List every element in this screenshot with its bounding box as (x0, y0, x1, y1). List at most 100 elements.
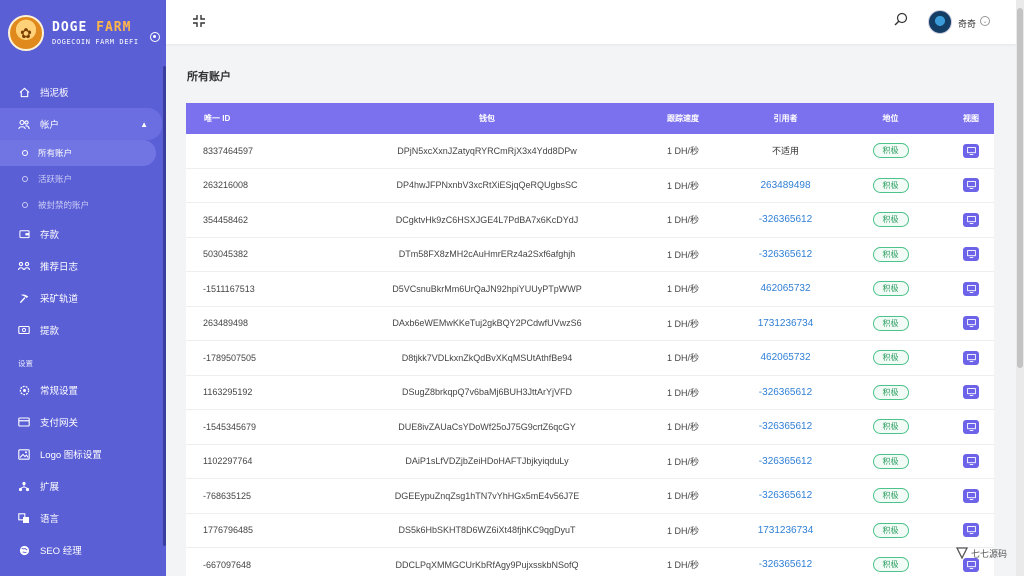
sidebar-toggle-icon[interactable] (150, 32, 160, 42)
sidebar: ✿ DOGE FARM DOGECOIN FARM DEFI 挡泥板 帐户 ▲ … (0, 0, 166, 576)
referrer-link[interactable]: -326365612 (759, 214, 812, 225)
cell-wallet: DDCLPqXMMGCUrKbRfAgy9PujxsskbNSofQ (395, 559, 579, 570)
table-row: 354458462 DCgktvHk9zC6HSXJGE4L7PdBA7x6KcD… (186, 203, 994, 238)
view-button[interactable] (963, 178, 979, 193)
translate-icon (18, 512, 30, 524)
view-button[interactable] (963, 488, 979, 503)
column-header-view: 视图 (963, 114, 979, 123)
column-header-referrer: 引用者 (773, 114, 798, 123)
avatar[interactable] (928, 10, 952, 34)
view-button[interactable] (963, 523, 979, 538)
cash-icon (18, 324, 30, 336)
referrer-link[interactable]: 462065732 (760, 283, 810, 294)
cell-id: 503045382 (203, 249, 249, 260)
status-badge: 积极 (872, 212, 909, 228)
monitor-icon (966, 319, 976, 328)
cell-speed: 1 DH/秒 (666, 215, 699, 226)
status-badge: 积极 (872, 488, 909, 504)
section-label-settings: 设置 (18, 358, 33, 368)
collapse-icon[interactable] (192, 14, 206, 28)
referrer-link[interactable]: -326365612 (759, 387, 812, 398)
status-badge: 积极 (872, 315, 909, 331)
network-icon (18, 480, 30, 492)
view-button[interactable] (963, 247, 979, 262)
sidebar-item-mining-track[interactable]: 采矿轨道 (0, 282, 163, 314)
page-scrollbar-thumb[interactable] (1017, 8, 1023, 368)
doge-logo: ✿ (8, 15, 44, 51)
brand: ✿ DOGE FARM DOGECOIN FARM DEFI (0, 0, 166, 66)
column-header-wallet: 钱包 (479, 114, 495, 123)
sidebar-subitem-active-accounts[interactable]: 活跃账户 (0, 166, 163, 192)
gear-icon (18, 384, 30, 396)
monitor-icon (966, 422, 976, 431)
sidebar-item-accounts[interactable]: 帐户 ▲ (0, 108, 162, 140)
referrer-link[interactable]: 263489498 (760, 180, 810, 191)
sidebar-item-extensions[interactable]: 扩展 (0, 470, 163, 502)
users-icon (18, 118, 30, 130)
cell-speed: 1 DH/秒 (666, 387, 699, 398)
cell-wallet: D8tjkk7VDLkxnZkQdBvXKqMSUtAthfBe94 (401, 352, 573, 363)
globe-icon (18, 544, 30, 556)
cell-wallet: DAxb6eWEMwKKeTuj2gkBQY2PCdwfUVwzS6 (392, 318, 582, 329)
table-row: -768635125 DGEEypuZnqZsg1hTN7vYhHGx5mE4v5… (186, 479, 994, 514)
sidebar-item-withdraw[interactable]: 提款 (0, 314, 163, 346)
cell-id: -1789507505 (203, 352, 257, 363)
brand-subtitle: DOGECOIN FARM DEFI (52, 38, 139, 46)
username[interactable]: 奇奇 (958, 17, 976, 30)
sidebar-subitem-banned-accounts[interactable]: 被封禁的账户 (0, 192, 163, 218)
sidebar-subitem-all-accounts[interactable]: 所有账户 (0, 140, 156, 166)
sidebar-item-deposit[interactable]: 存款 (0, 218, 163, 250)
page-scrollbar[interactable] (1016, 0, 1024, 576)
status-badge: 积极 (872, 143, 909, 159)
referrer-link[interactable]: -326365612 (759, 490, 812, 501)
page-title: 所有账户 (187, 71, 231, 83)
referrer-link[interactable]: -326365612 (759, 456, 812, 467)
view-button[interactable] (963, 419, 979, 434)
sidebar-item-logo-settings[interactable]: Logo 图标设置 (0, 438, 163, 470)
watermark: 七七源码 (955, 544, 1012, 562)
table-header: 唯一 ID 钱包 跟踪速度 引用者 地位 视图 (186, 103, 994, 134)
view-button[interactable] (963, 385, 979, 400)
cell-id: 263216008 (203, 180, 249, 191)
referrer-link[interactable]: 1731236734 (758, 525, 814, 536)
sidebar-item-dashboard[interactable]: 挡泥板 (0, 76, 163, 108)
referrer-link[interactable]: 1731236734 (758, 318, 814, 329)
status-badge: 积极 (872, 177, 909, 193)
cell-id: 354458462 (203, 214, 249, 225)
cell-id: 8337464597 (203, 145, 254, 156)
chevron-up-icon: ▲ (140, 119, 148, 129)
credit-card-icon (18, 416, 30, 428)
view-button[interactable] (963, 350, 979, 365)
cell-wallet: DAiP1sLfVDZjbZeiHDoHAFTJbjkyiqduLy (405, 456, 569, 467)
watermark-logo-icon (955, 547, 969, 560)
circle-icon (22, 202, 28, 208)
chevron-down-icon[interactable]: ⌄ (980, 16, 990, 26)
sidebar-nav: 挡泥板 帐户 ▲ 所有账户 活跃账户 被封禁的账户 存款 推荐日志 采矿轨道 提… (0, 76, 163, 566)
cell-wallet: DSugZ8brkqpQ7v6baMj6BUH3JttArYjVFD (401, 387, 573, 398)
sidebar-item-referral-log[interactable]: 推荐日志 (0, 250, 163, 282)
view-button[interactable] (963, 316, 979, 331)
sidebar-item-payment-gateway[interactable]: 支付网关 (0, 406, 163, 438)
status-badge: 积极 (872, 522, 909, 538)
view-button[interactable] (963, 143, 979, 158)
referrer-link[interactable]: -326365612 (759, 421, 812, 432)
sidebar-item-seo[interactable]: SEO 经理 (0, 534, 163, 566)
column-header-status: 地位 (882, 114, 899, 123)
cell-speed: 1 DH/秒 (666, 284, 699, 295)
status-badge: 积极 (872, 350, 909, 366)
table-row: 263216008 DP4hwJFPNxnbV3xcRtXiESjqQeRQUgb… (186, 169, 994, 203)
referrer-link[interactable]: -326365612 (759, 559, 812, 570)
view-button[interactable] (963, 454, 979, 469)
sidebar-item-general-settings[interactable]: 常规设置 (0, 374, 163, 406)
referrer-link[interactable]: -326365612 (759, 249, 812, 260)
referrer-link[interactable]: 462065732 (760, 352, 810, 363)
sidebar-scrollbar[interactable] (163, 66, 166, 546)
view-button[interactable] (963, 281, 979, 296)
search-icon[interactable] (894, 12, 908, 26)
column-header-speed: 跟踪速度 (667, 114, 699, 123)
view-button[interactable] (963, 212, 979, 227)
wallet-icon (18, 228, 30, 240)
cell-wallet: DPjN5xcXxnJZatyqRYRCmRjX3x4Ydd8DPw (397, 145, 577, 156)
cell-speed: 1 DH/秒 (666, 560, 699, 571)
sidebar-item-language[interactable]: 语言 (0, 502, 163, 534)
